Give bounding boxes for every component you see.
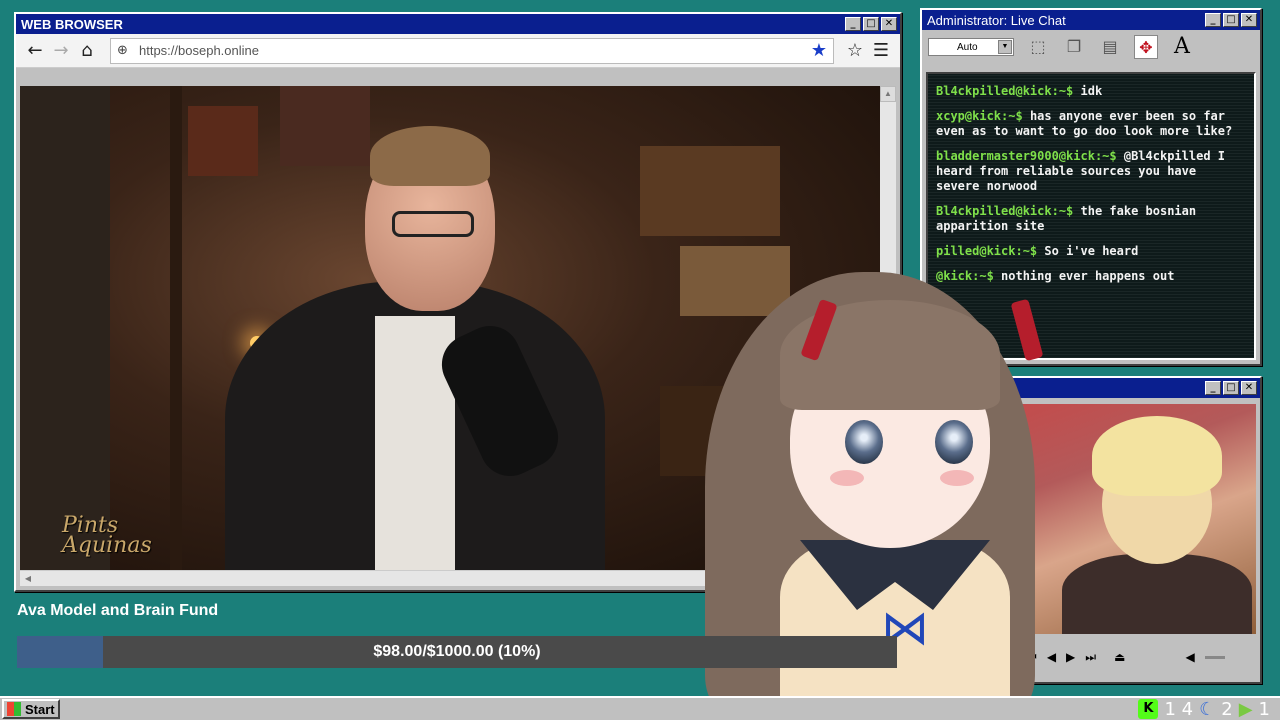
forward-icon[interactable]: → <box>48 40 74 61</box>
chat-message: Bl4ckpilled@kick:~$ idk <box>936 84 1103 98</box>
tray-count: 1 4 <box>1164 698 1194 720</box>
maximize-button[interactable]: □ <box>1223 381 1239 395</box>
minimize-button[interactable]: _ <box>1205 381 1221 395</box>
chat-log[interactable]: Bl4ckpilled@kick:~$ idk xcyp@kick:~$ has… <box>926 72 1256 360</box>
fund-progress-bar: $98.00/$1000.00 (10%) <box>17 636 897 668</box>
books <box>640 146 780 236</box>
home-icon[interactable]: ⌂ <box>74 40 100 61</box>
books <box>280 86 370 166</box>
camera-window: _ □ ✕ ⏮ ◀ ▶ ⏭ ⏏ ◀ <box>996 376 1262 684</box>
shelf-post <box>170 86 182 570</box>
url-text: https://boseph.online <box>139 43 259 58</box>
favorites-icon[interactable]: ☆ <box>842 40 868 61</box>
select-region-icon[interactable]: ⬚ <box>1026 35 1050 59</box>
select-value: Auto <box>957 41 978 53</box>
chat-message: xcyp@kick:~$ has anyone ever been so far… <box>936 109 1233 138</box>
browser-titlebar[interactable]: WEB BROWSER _ □ ✕ <box>16 14 900 34</box>
bookmark-star-icon[interactable]: ★ <box>811 40 827 61</box>
fast-forward-icon[interactable]: ▶ <box>1066 650 1075 664</box>
font-icon[interactable]: A <box>1170 35 1194 59</box>
play-icon[interactable]: ▶ <box>1239 699 1253 720</box>
volume-icon[interactable]: ◀ <box>1185 650 1194 664</box>
chat-title: Administrator: Live Chat <box>927 12 1066 28</box>
minimize-button[interactable]: _ <box>1205 13 1221 27</box>
chat-message: pilled@kick:~$ So i've heard <box>936 244 1139 258</box>
avatar-body <box>1062 554 1252 634</box>
vtuber-eye <box>935 420 973 464</box>
avatar-image <box>1002 404 1256 634</box>
kick-icon[interactable]: K <box>1138 699 1159 719</box>
eject-icon[interactable]: ⏏ <box>1114 650 1125 664</box>
glasses <box>392 211 474 237</box>
tray-count: 2 <box>1221 698 1233 720</box>
scroll-up-icon[interactable]: ▲ <box>880 86 896 102</box>
globe-icon: ⊕ <box>117 43 128 58</box>
books <box>680 246 790 316</box>
tray-count: 1 <box>1258 698 1270 720</box>
maximize-button[interactable]: □ <box>863 17 879 31</box>
rewind-icon[interactable]: ◀ <box>1047 650 1056 664</box>
back-icon[interactable]: ← <box>22 40 48 61</box>
taskbar: Start K 1 4 ☾ 2 ▶ 1 <box>0 696 1280 720</box>
chat-message: Bl4ckpilled@kick:~$ the fake bosnian app… <box>936 204 1197 233</box>
skip-forward-icon[interactable]: ⏭ <box>1085 650 1096 665</box>
chat-message: @kick:~$ nothing ever happens out <box>936 269 1175 283</box>
menu-icon[interactable]: ☰ <box>868 40 894 61</box>
browser-title: WEB BROWSER <box>21 16 123 32</box>
close-button[interactable]: ✕ <box>1241 381 1257 395</box>
chat-toolbar: Auto ▼ ⬚ ❐ ▤ ✥ A <box>922 30 1260 64</box>
font-size-select[interactable]: Auto ▼ <box>928 38 1014 56</box>
maximize-button[interactable]: □ <box>1223 13 1239 27</box>
vtuber-eye <box>845 420 883 464</box>
camera-titlebar[interactable]: _ □ ✕ <box>998 378 1260 398</box>
close-button[interactable]: ✕ <box>1241 13 1257 27</box>
moon-icon[interactable]: ☾ <box>1199 699 1215 720</box>
move-icon[interactable]: ✥ <box>1134 35 1158 59</box>
bookshelf <box>20 86 110 570</box>
chat-message: bladdermaster9000@kick:~$ @Bl4ckpilled I… <box>936 149 1226 193</box>
minimize-button[interactable]: _ <box>845 17 861 31</box>
vtuber-blush <box>830 470 864 486</box>
fund-title: Ava Model and Brain Fund <box>17 602 219 619</box>
media-controls: ⏮ ◀ ▶ ⏭ ⏏ ◀ <box>1002 642 1256 672</box>
start-label: Start <box>25 701 55 717</box>
vtuber-blush <box>940 470 974 486</box>
avatar-hair <box>1092 416 1222 496</box>
browser-navbar: ← → ⌂ ⊕ https://boseph.online ★ ☆ ☰ <box>16 34 900 68</box>
chevron-down-icon[interactable]: ▼ <box>998 40 1012 54</box>
fund-progress-text: $98.00/$1000.00 (10%) <box>373 643 541 660</box>
live-chat-window: Administrator: Live Chat _ □ ✕ Auto ▼ ⬚ … <box>920 8 1262 366</box>
person-hair <box>370 126 490 186</box>
paste-icon[interactable]: ▤ <box>1098 35 1122 59</box>
start-button[interactable]: Start <box>2 699 60 719</box>
copy-icon[interactable]: ❐ <box>1062 35 1086 59</box>
close-button[interactable]: ✕ <box>881 17 897 31</box>
address-bar[interactable]: ⊕ https://boseph.online ★ <box>110 37 834 64</box>
scroll-left-icon[interactable]: ◀ <box>20 571 36 586</box>
windows-logo-icon <box>7 702 21 716</box>
system-tray: K 1 4 ☾ 2 ▶ 1 <box>1138 698 1270 720</box>
chat-titlebar[interactable]: Administrator: Live Chat _ □ ✕ <box>922 10 1260 30</box>
books <box>188 106 258 176</box>
video-logo: Pints Aquinas <box>62 513 152 558</box>
volume-slider[interactable] <box>1204 655 1225 659</box>
